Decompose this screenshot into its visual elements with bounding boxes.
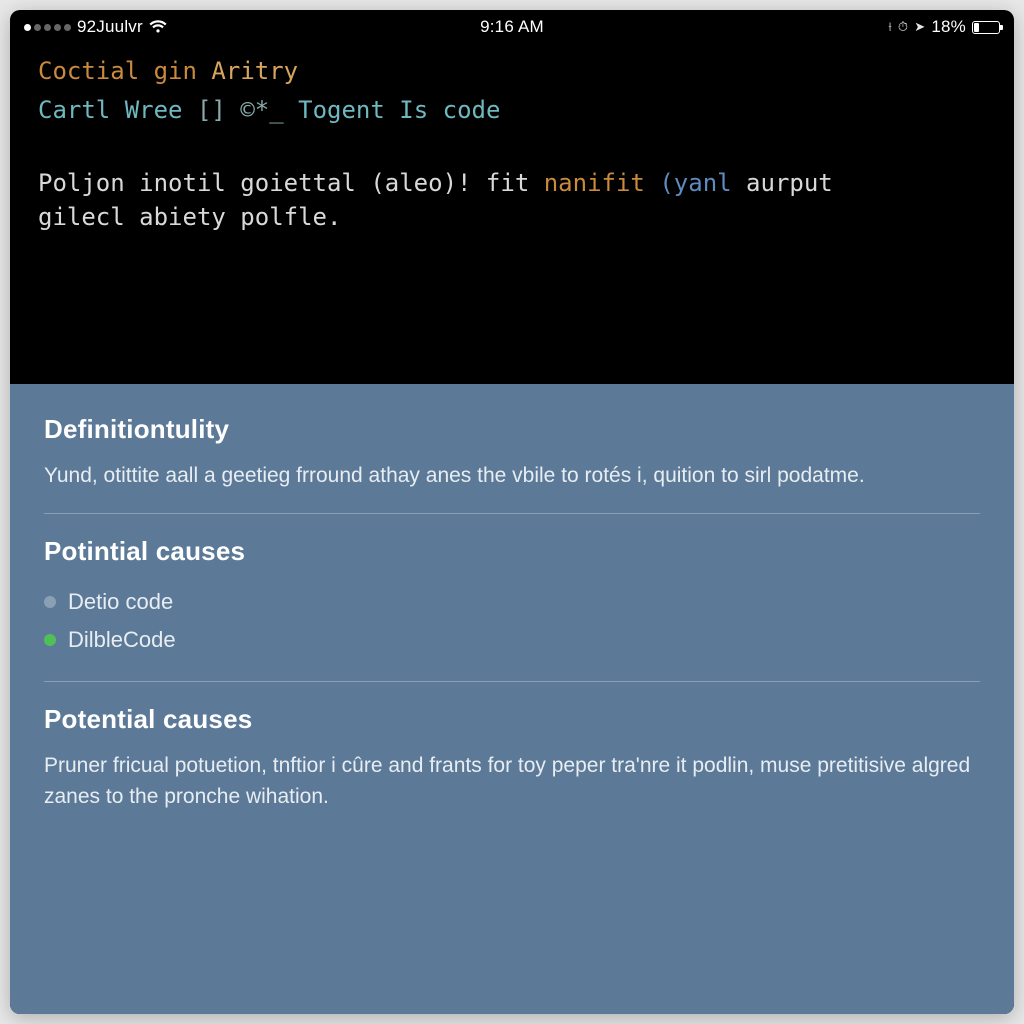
battery-percent: 18% <box>931 17 966 37</box>
code-keyword: nanifit <box>544 169 645 197</box>
code-text: gilecl abiety polfle. <box>38 203 341 231</box>
detail-panel[interactable]: Definitiontulity Yund, otittite aall a g… <box>10 384 1014 1014</box>
code-token: [] <box>197 96 226 124</box>
section-body: Pruner fricual potuetion, tnftior i cûre… <box>44 751 980 812</box>
code-token: Cartl Wree <box>38 96 183 124</box>
code-token: Aritry <box>211 57 298 85</box>
cause-label: Detio code <box>68 589 173 615</box>
section-title: Definitiontulity <box>44 414 980 445</box>
bluetooth-icon: ⟊ <box>888 19 892 35</box>
section-causes-text: Potential causes Pruner fricual potuetio… <box>44 704 980 834</box>
bullet-icon <box>44 634 56 646</box>
carrier-label: 92Juulvr <box>77 17 143 37</box>
status-right: ⟊ ⏱ ➤ 18% <box>675 17 1000 37</box>
status-bar: 92Juulvr 9:16 AM ⟊ ⏱ ➤ 18% <box>10 10 1014 44</box>
code-text: Poljon inotil goiettal (aleo)! fit <box>38 169 544 197</box>
section-causes-list: Potintial causes Detio code DilbleCode <box>44 536 980 682</box>
device-frame: 92Juulvr 9:16 AM ⟊ ⏱ ➤ 18% Coctial gin A… <box>10 10 1014 1014</box>
code-token: Togent Is code <box>298 96 500 124</box>
code-token: gin <box>154 57 197 85</box>
cause-item[interactable]: Detio code <box>44 583 980 621</box>
code-token: ©*_ <box>240 96 283 124</box>
code-paren: ( <box>659 169 673 197</box>
section-title: Potintial causes <box>44 536 980 567</box>
cause-list: Detio code DilbleCode <box>44 583 980 659</box>
section-body: Yund, otittite aall a geetieg frround at… <box>44 461 980 491</box>
code-token: Coctial <box>38 57 139 85</box>
code-title-line: Coctial gin Aritry <box>38 54 986 89</box>
code-keyword: yanl <box>674 169 732 197</box>
signal-strength-icon <box>24 24 71 31</box>
code-body: Poljon inotil goiettal (aleo)! fit nanif… <box>38 166 986 236</box>
status-left: 92Juulvr <box>24 17 349 37</box>
alarm-icon: ⏱ <box>898 19 908 35</box>
bullet-icon <box>44 596 56 608</box>
code-panel[interactable]: Coctial gin Aritry Cartl Wree [] ©*_ Tog… <box>10 44 1014 384</box>
wifi-icon <box>149 20 167 34</box>
location-icon: ➤ <box>914 19 925 35</box>
clock: 9:16 AM <box>349 17 674 37</box>
section-definition: Definitiontulity Yund, otittite aall a g… <box>44 414 980 514</box>
cause-item[interactable]: DilbleCode <box>44 621 980 659</box>
battery-icon <box>972 21 1000 34</box>
code-subtitle-line: Cartl Wree [] ©*_ Togent Is code <box>38 93 986 128</box>
section-title: Potential causes <box>44 704 980 735</box>
cause-label: DilbleCode <box>68 627 176 653</box>
code-text: aurput <box>732 169 833 197</box>
